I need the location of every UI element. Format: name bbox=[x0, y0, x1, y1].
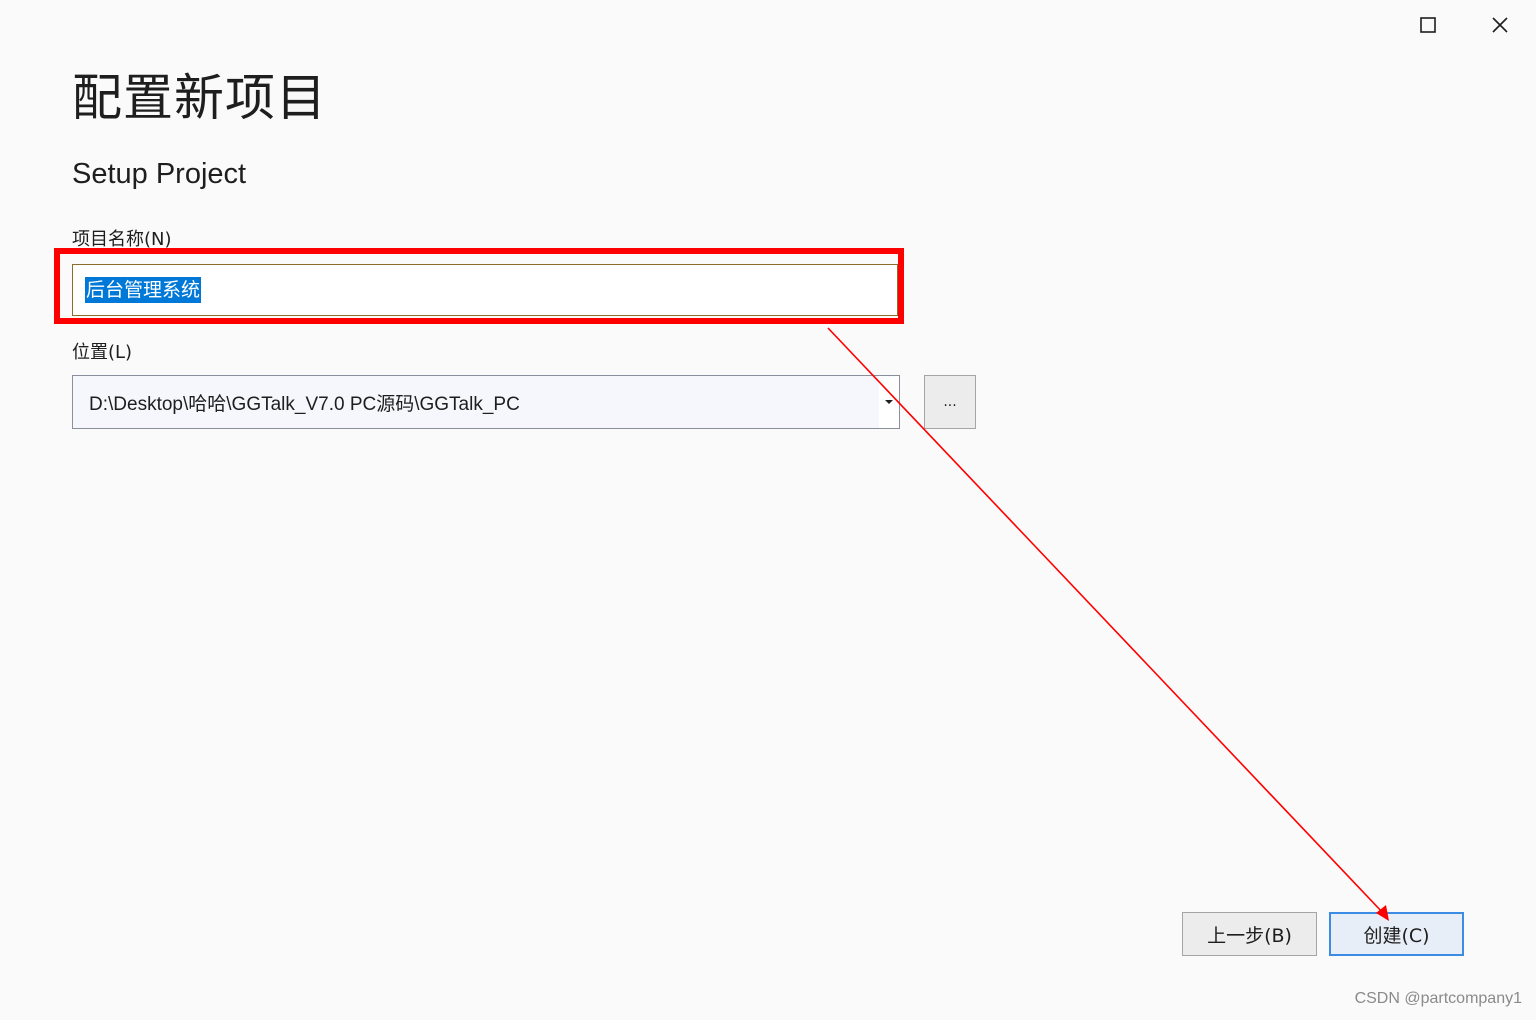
create-button[interactable]: 创建(C) bbox=[1329, 912, 1464, 956]
watermark: CSDN @partcompany1 bbox=[1354, 990, 1522, 1007]
window-controls bbox=[1392, 8, 1536, 42]
location-combobox[interactable]: D:\Desktop\哈哈\GGTalk_V7.0 PC源码\GGTalk_PC bbox=[72, 375, 900, 429]
page-title: 配置新项目 bbox=[72, 69, 327, 127]
project-name-input[interactable]: 后台管理系统 bbox=[72, 264, 898, 316]
close-icon bbox=[1491, 16, 1509, 34]
project-name-selected-text: 后台管理系统 bbox=[85, 277, 202, 303]
location-label: 位置(L) bbox=[72, 342, 133, 363]
dropdown-arrow-icon[interactable] bbox=[879, 376, 899, 428]
location-value: D:\Desktop\哈哈\GGTalk_V7.0 PC源码\GGTalk_PC bbox=[89, 393, 520, 415]
close-button[interactable] bbox=[1464, 8, 1536, 42]
arrow-line bbox=[827, 327, 1385, 915]
maximize-icon bbox=[1420, 17, 1436, 33]
back-button[interactable]: 上一步(B) bbox=[1182, 912, 1317, 956]
setup-project-dialog: 配置新项目 Setup Project 项目名称(N) 后台管理系统 位置(L)… bbox=[0, 0, 1536, 1020]
project-name-label: 项目名称(N) bbox=[72, 229, 172, 250]
red-arrow-annotation bbox=[827, 327, 1389, 921]
maximize-button[interactable] bbox=[1392, 8, 1464, 42]
browse-button[interactable]: ... bbox=[924, 375, 976, 429]
template-name: Setup Project bbox=[72, 158, 247, 190]
